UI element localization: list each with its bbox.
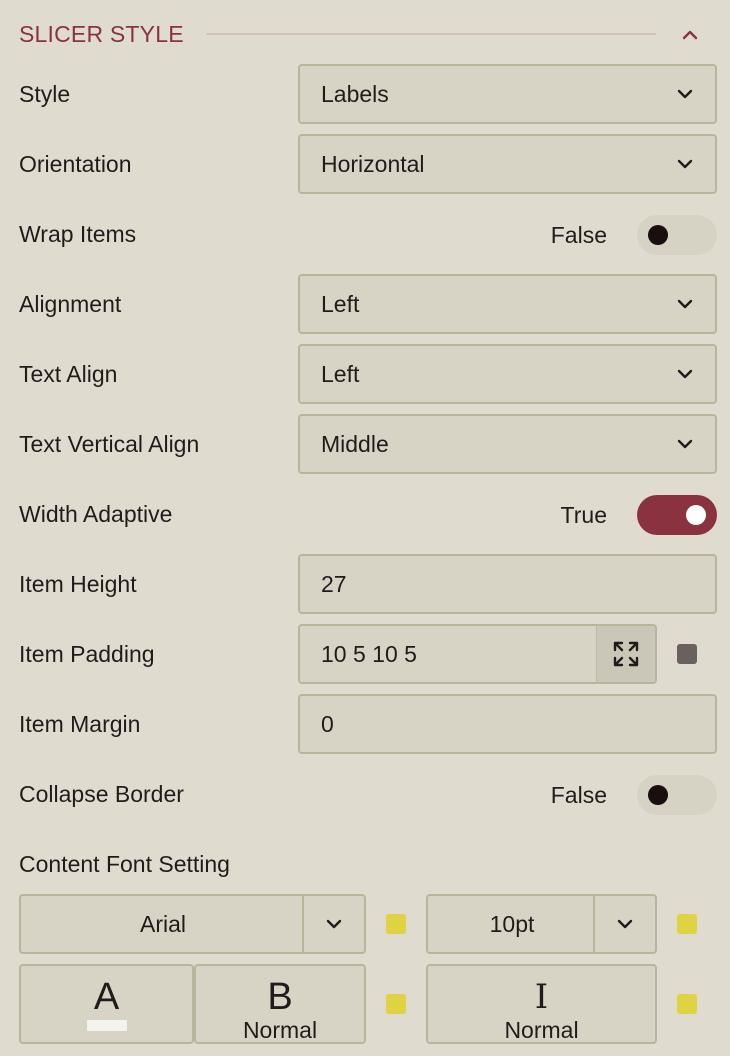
font-size-value: 10pt [489,910,535,937]
row-alignment: Alignment Left [19,274,717,334]
chevron-down-icon [677,89,693,99]
item-height-input[interactable]: 27 [298,554,717,614]
orientation-value: Horizontal [321,150,425,177]
row-item-padding: Item Padding 10 5 10 5 [19,624,717,684]
font-family-dropdown-button[interactable] [302,896,364,952]
item-margin-input[interactable]: 0 [298,694,717,754]
font-color-button[interactable]: A [19,964,194,1044]
orientation-label: Orientation [19,150,132,177]
text-align-label: Text Align [19,360,118,387]
toggle-knob [686,505,706,525]
collapse-section-button[interactable] [677,22,703,48]
toggle-knob [648,225,668,245]
width-adaptive-toggle[interactable] [637,495,717,535]
font-italic-button[interactable]: I Normal [426,964,657,1044]
font-color-glyph: A [93,976,120,1018]
alignment-label: Alignment [19,290,122,317]
chevron-down-icon [617,919,633,929]
width-adaptive-control: True [561,495,717,535]
item-margin-label: Item Margin [19,710,141,737]
font-family-value: Arial [139,910,186,937]
item-margin-value: 0 [321,710,334,737]
font-family-select[interactable]: Arial [19,894,366,954]
expand-arrows-icon [613,641,639,667]
item-padding-label: Item Padding [19,640,155,667]
font-size-select[interactable]: 10pt [426,894,657,954]
font-bold-value: Normal [242,1017,318,1043]
item-height-label: Item Height [19,570,137,597]
font-italic-value: Normal [504,1017,579,1043]
wrap-items-control: False [551,215,717,255]
row-style: Style Labels [19,64,717,124]
font-color-swatch [86,1020,127,1031]
alignment-select[interactable]: Left [298,274,717,334]
item-padding-value: 10 5 10 5 [321,640,417,667]
text-align-value: Left [321,360,360,387]
width-adaptive-state: True [560,501,607,528]
style-label: Style [19,80,71,107]
toggle-knob [648,785,668,805]
font-style-indicator[interactable] [386,994,406,1014]
chevron-up-icon [682,30,698,40]
alignment-value: Left [321,290,360,317]
row-width-adaptive: Width Adaptive True [19,485,717,543]
text-align-select[interactable]: Left [298,344,717,404]
padding-indicator[interactable] [677,644,697,664]
row-item-height: Item Height 27 [19,554,717,614]
style-select[interactable]: Labels [298,64,717,124]
text-vertical-align-select[interactable]: Middle [298,414,717,474]
text-vertical-align-value: Middle [321,430,389,457]
font-size-indicator[interactable] [677,914,697,934]
section-title: SLICER STYLE [19,20,184,47]
chevron-down-icon [677,299,693,309]
row-item-margin: Item Margin 0 [19,694,717,754]
collapse-border-label: Collapse Border [19,780,184,807]
row-text-align: Text Align Left [19,344,717,404]
wrap-items-toggle[interactable] [637,215,717,255]
row-orientation: Orientation Horizontal [19,134,717,194]
font-italic-indicator[interactable] [677,994,697,1014]
item-height-value: 27 [321,570,347,597]
row-collapse-border: Collapse Border False [19,765,717,823]
collapse-border-control: False [551,775,717,815]
font-family-indicator[interactable] [386,914,406,934]
wrap-items-label: Wrap Items [19,220,137,247]
section-divider [205,33,656,35]
chevron-down-icon [677,159,693,169]
italic-icon: I [534,977,549,1017]
chevron-down-icon [326,919,342,929]
expand-padding-button[interactable] [596,626,655,682]
font-size-dropdown-button[interactable] [593,896,655,952]
row-wrap-items: Wrap Items False [19,205,717,263]
row-text-vertical-align: Text Vertical Align Middle [19,414,717,474]
collapse-border-toggle[interactable] [637,775,717,815]
chevron-down-icon [677,369,693,379]
width-adaptive-label: Width Adaptive [19,500,173,527]
orientation-select[interactable]: Horizontal [298,134,717,194]
style-value: Labels [321,80,389,107]
chevron-down-icon [677,439,693,449]
item-padding-input[interactable]: 10 5 10 5 [298,624,657,684]
row-content-font-setting: Content Font Setting [19,835,717,893]
bold-icon: B [267,976,293,1018]
text-vertical-align-label: Text Vertical Align [19,430,200,457]
content-font-setting-label: Content Font Setting [19,850,230,877]
wrap-items-state: False [550,221,607,248]
section-header: SLICER STYLE [19,16,717,52]
font-bold-button[interactable]: B Normal [194,964,366,1044]
collapse-border-state: False [550,781,607,808]
